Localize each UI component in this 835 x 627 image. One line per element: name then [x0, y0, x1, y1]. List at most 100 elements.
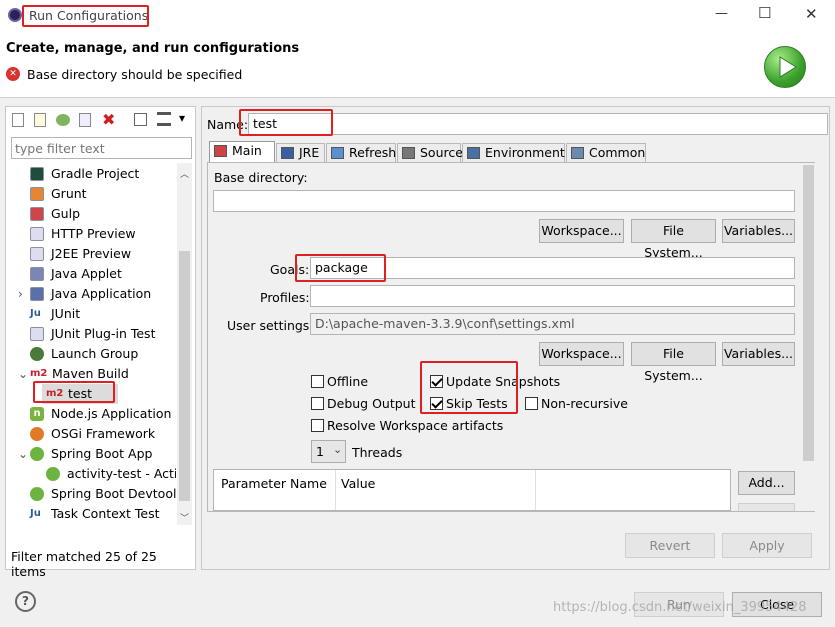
scroll-down-icon[interactable]: ﹀ [180, 511, 189, 524]
profiles-field[interactable] [310, 285, 795, 307]
tree-item[interactable]: n Node.js Application [6, 404, 176, 424]
list-toolbar: ✖ ▾ [6, 107, 195, 133]
junit-plugin-icon [30, 327, 44, 341]
minimize-icon[interactable]: — [715, 6, 728, 21]
tab-main[interactable]: Main [209, 141, 275, 163]
name-field[interactable]: test [248, 113, 828, 135]
new-prototype-icon[interactable] [34, 113, 46, 127]
tree-item[interactable]: JUnit Plug-in Test [6, 324, 176, 344]
title-highlight [22, 5, 149, 27]
tree-item-label: Node.js Application [51, 406, 172, 421]
base-dir-filesystem-button[interactable]: File System... [631, 219, 716, 260]
tree-item-label: Java Applet [51, 266, 122, 281]
spring-boot-icon [46, 467, 60, 481]
filter-icon[interactable] [157, 112, 171, 126]
new-config-icon[interactable] [12, 113, 24, 127]
offline-label: Offline [327, 374, 369, 389]
dropdown-icon[interactable]: ▾ [179, 111, 185, 125]
tree-item[interactable]: activity-test - Activi [6, 464, 176, 484]
settings-variables-button[interactable]: Variables... [722, 342, 795, 366]
filter-input[interactable] [12, 138, 191, 158]
tree-item[interactable]: ⌄ Spring Boot App [6, 444, 176, 464]
http-preview-icon [30, 227, 44, 241]
help-icon[interactable]: ? [15, 591, 36, 612]
tab-environment[interactable]: Environment [462, 143, 565, 163]
tree-item-label: Spring Boot Devtools [51, 486, 176, 501]
j2ee-preview-icon [30, 247, 44, 261]
param-header-value: Value [341, 476, 376, 491]
resolve-workspace-checkbox[interactable] [311, 419, 324, 432]
threads-label: Threads [352, 445, 403, 460]
settings-filesystem-button[interactable]: File System... [631, 342, 716, 383]
non-recursive-checkbox[interactable] [525, 397, 538, 410]
tree-item[interactable]: HTTP Preview [6, 224, 176, 244]
parameter-table[interactable]: Parameter Name Value [213, 469, 731, 511]
debug-output-label: Debug Output [327, 396, 416, 411]
collapse-icon[interactable]: ⌄ [18, 444, 28, 464]
filter-input-wrap [11, 137, 192, 159]
scroll-thumb[interactable] [179, 251, 190, 501]
param-header-name: Parameter Name [221, 476, 327, 491]
collapse-all-icon[interactable] [134, 113, 147, 126]
tree-item[interactable]: Ju Task Context Test [6, 504, 176, 523]
maximize-icon[interactable]: ☐ [758, 4, 771, 22]
duplicate-icon[interactable] [79, 113, 91, 127]
content-scroll-thumb[interactable] [803, 165, 814, 461]
title-bar: Run Configurations — ☐ ✕ [0, 0, 835, 32]
debug-output-checkbox[interactable] [311, 397, 324, 410]
watermark: https://blog.csdn.net/weixin_39954428 [553, 600, 807, 615]
grunt-icon [30, 187, 44, 201]
tree-item[interactable]: Java Applet [6, 264, 176, 284]
eclipse-icon [8, 8, 22, 22]
tab-label: Common [589, 145, 646, 160]
tree-item[interactable]: OSGi Framework [6, 424, 176, 444]
param-header-divider [335, 470, 336, 510]
delete-icon[interactable]: ✖ [102, 110, 115, 129]
close-icon[interactable]: ✕ [805, 5, 818, 23]
param-add-button[interactable]: Add... [738, 471, 795, 495]
tree-item[interactable]: Gulp [6, 204, 176, 224]
content-scrollbar[interactable] [802, 163, 815, 511]
base-dir-field[interactable] [213, 190, 795, 212]
scroll-up-icon[interactable]: ︿ [180, 167, 189, 180]
tree-scrollbar[interactable]: ︿ ﹀ [177, 163, 192, 525]
threads-value: 1 [316, 444, 324, 459]
expand-icon[interactable]: › [18, 284, 23, 304]
tree-item[interactable]: › Java Application [6, 284, 176, 304]
tab-common[interactable]: Common [566, 143, 646, 163]
tab-jre[interactable]: JRE [276, 143, 325, 163]
settings-workspace-button[interactable]: Workspace... [539, 342, 624, 366]
jre-tab-icon [281, 147, 294, 159]
tab-label: Refresh [349, 145, 397, 160]
base-dir-workspace-button[interactable]: Workspace... [539, 219, 624, 243]
tree-item[interactable]: Gradle Project [6, 164, 176, 184]
source-tab-icon [402, 147, 415, 159]
revert-button[interactable]: Revert [625, 533, 715, 558]
collapse-icon[interactable]: ⌄ [18, 364, 28, 384]
apply-button[interactable]: Apply [722, 533, 812, 558]
tree-item[interactable]: Spring Boot Devtools [6, 484, 176, 504]
tree-item[interactable]: Ju JUnit [6, 304, 176, 324]
base-dir-variables-button[interactable]: Variables... [722, 219, 795, 243]
tab-refresh[interactable]: Refresh [326, 143, 396, 163]
tree-item-label: OSGi Framework [51, 426, 156, 441]
error-icon: ✕ [6, 67, 20, 81]
tree-item-label: Task Context Test [51, 506, 160, 521]
export-icon[interactable] [56, 114, 70, 126]
base-dir-label: Base directory: [214, 170, 308, 185]
threads-select[interactable]: 1 ⌄ [311, 440, 346, 463]
tree-item-label: Launch Group [51, 346, 139, 361]
offline-checkbox[interactable] [311, 375, 324, 388]
user-settings-field[interactable]: D:\apache-maven-3.3.9\conf\settings.xml [310, 313, 795, 335]
tab-label: JRE [299, 145, 320, 160]
param-edit-button[interactable] [738, 503, 795, 511]
tree-item-label: Java Application [51, 286, 152, 301]
tree-item[interactable]: J2EE Preview [6, 244, 176, 264]
resolve-workspace-label: Resolve Workspace artifacts [327, 418, 504, 433]
osgi-icon [30, 427, 44, 441]
name-highlight [239, 109, 333, 136]
maven-icon: m2 [30, 368, 48, 379]
tree-item[interactable]: Grunt [6, 184, 176, 204]
tree-item[interactable]: Launch Group [6, 344, 176, 364]
tab-source[interactable]: Source [397, 143, 463, 163]
